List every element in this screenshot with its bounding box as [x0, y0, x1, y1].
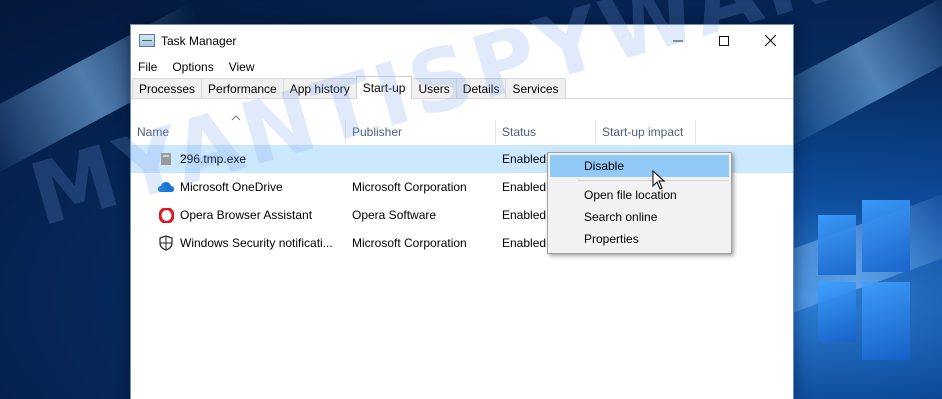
- column-header-status[interactable]: Status: [496, 120, 596, 144]
- windows-logo-pane: [818, 215, 856, 275]
- publisher-cell: Opera Software: [352, 208, 437, 222]
- opera-icon: [158, 207, 174, 223]
- app-name: 296.tmp.exe: [180, 152, 247, 166]
- tab-services[interactable]: Services: [505, 78, 566, 98]
- maximize-icon: [719, 35, 729, 46]
- app-name: Windows Security notificati...: [180, 236, 333, 250]
- tab-users[interactable]: Users: [411, 78, 457, 98]
- publisher-cell: Microsoft Corporation: [352, 180, 467, 194]
- windows-logo-pane: [818, 282, 856, 342]
- context-menu-properties[interactable]: Properties: [550, 228, 729, 250]
- tab-app-history[interactable]: App history: [282, 78, 357, 98]
- menu-file[interactable]: File: [138, 60, 157, 74]
- tab-processes[interactable]: Processes: [132, 78, 203, 98]
- window-title: Task Manager: [161, 33, 237, 48]
- minimize-icon: [673, 40, 683, 41]
- maximize-button[interactable]: [701, 25, 747, 56]
- tab-details[interactable]: Details: [455, 78, 507, 98]
- task-manager-icon: [139, 34, 155, 47]
- windows-logo-pane: [862, 200, 910, 272]
- mouse-pointer-icon: [652, 169, 666, 193]
- tab-startup[interactable]: Start-up: [355, 76, 413, 99]
- window-controls: [655, 25, 793, 56]
- title-bar[interactable]: Task Manager: [131, 25, 793, 56]
- windows-logo-pane: [862, 282, 910, 360]
- context-menu-search-online[interactable]: Search online: [550, 206, 729, 228]
- column-header-name[interactable]: Name: [131, 120, 346, 144]
- column-header-publisher[interactable]: Publisher: [346, 120, 496, 144]
- app-name-cell: Microsoft OneDrive: [158, 173, 348, 201]
- menu-options[interactable]: Options: [172, 60, 213, 74]
- tab-strip: Processes Performance App history Start-…: [131, 76, 793, 99]
- close-button[interactable]: [747, 25, 793, 56]
- app-name-cell: 296.tmp.exe: [158, 145, 348, 173]
- app-name-cell: Windows Security notificati...: [158, 229, 346, 257]
- context-menu-open-file-location[interactable]: Open file location: [550, 184, 729, 206]
- windows-security-shield-icon: [158, 235, 174, 251]
- app-name-cell: Opera Browser Assistant: [158, 201, 348, 229]
- tab-performance[interactable]: Performance: [201, 78, 284, 98]
- menu-view[interactable]: View: [229, 60, 255, 74]
- app-name: Microsoft OneDrive: [180, 180, 283, 194]
- menu-bar: File Options View: [131, 56, 793, 77]
- startup-list: Name Publisher Status Start-up impact 29…: [131, 99, 793, 251]
- column-header-row: Name Publisher Status Start-up impact: [131, 99, 793, 145]
- app-name: Opera Browser Assistant: [180, 208, 313, 222]
- publisher-cell: Microsoft Corporation: [352, 236, 467, 250]
- context-menu-disable[interactable]: Disable: [550, 155, 729, 177]
- context-menu: Disable Open file location Search online…: [547, 152, 732, 254]
- close-icon: [764, 35, 776, 46]
- generic-exe-icon: [158, 151, 174, 167]
- onedrive-cloud-icon: [158, 179, 174, 195]
- column-header-startup-impact[interactable]: Start-up impact: [596, 120, 696, 144]
- publisher-cell: [352, 145, 492, 173]
- minimize-button[interactable]: [655, 25, 701, 56]
